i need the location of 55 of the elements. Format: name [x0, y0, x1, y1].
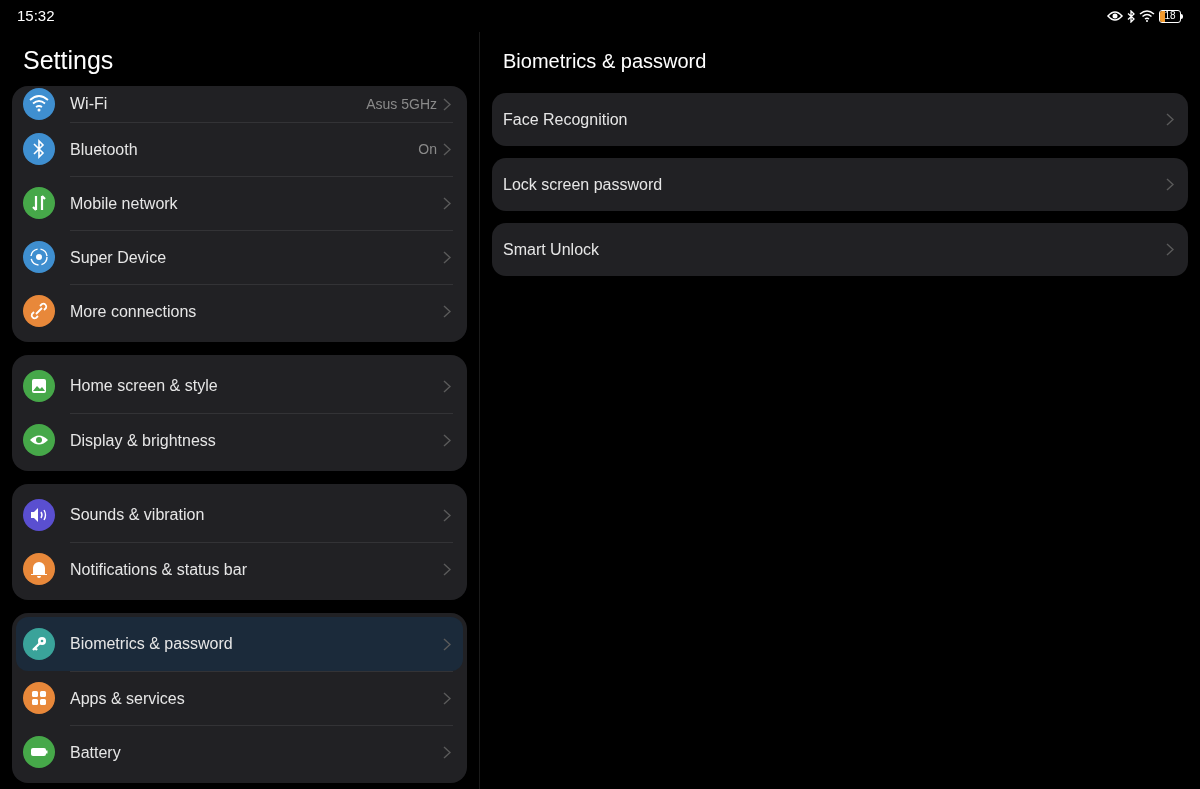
- chevron-icon: [443, 197, 451, 210]
- eye-icon: [1107, 10, 1123, 22]
- settings-item[interactable]: Display & brightness: [16, 413, 463, 467]
- item-label: Bluetooth: [70, 139, 139, 160]
- item-value: Asus 5GHz: [366, 94, 437, 114]
- settings-item[interactable]: Apps & services: [16, 671, 463, 725]
- chevron-icon: [443, 97, 451, 111]
- chevron-icon: [443, 434, 451, 447]
- chevron-icon: [443, 305, 451, 318]
- settings-item[interactable]: Biometrics & password: [16, 617, 463, 671]
- settings-item[interactable]: Home screen & style: [16, 359, 463, 413]
- chevron-icon: [443, 692, 451, 705]
- item-label: Apps & services: [70, 688, 186, 709]
- item-label: Notifications & status bar: [70, 559, 248, 580]
- settings-item[interactable]: More connections: [16, 284, 463, 338]
- chevron-icon: [443, 379, 451, 393]
- settings-item[interactable]: Bluetooth On: [16, 122, 463, 176]
- battery-level: 18: [1164, 11, 1176, 21]
- settings-item[interactable]: Sounds & vibration: [16, 488, 463, 542]
- item-label: Sounds & vibration: [70, 505, 206, 525]
- chevron-icon: [443, 746, 451, 759]
- item-label: Wi-Fi: [70, 94, 109, 114]
- detail-title: Biometrics & password: [502, 49, 708, 74]
- chevron-icon: [443, 143, 451, 156]
- battery-fill: [1160, 10, 1165, 22]
- settings-item[interactable]: Wi-Fi Asus 5GHz: [16, 86, 463, 122]
- status-time: 15:32: [17, 5, 55, 26]
- wifi-icon: [1139, 10, 1155, 22]
- chevron-icon: [443, 508, 451, 522]
- item-label: Face Recognition: [503, 109, 628, 130]
- item-label: Lock screen password: [503, 174, 663, 195]
- item-label: Biometrics & password: [70, 634, 234, 654]
- settings-item[interactable]: Super Device: [16, 230, 463, 284]
- detail-item[interactable]: Lock screen password: [492, 158, 1188, 211]
- settings-item[interactable]: Notifications & status bar: [16, 542, 463, 596]
- item-label: Super Device: [70, 247, 168, 268]
- settings-item[interactable]: Mobile network: [16, 176, 463, 230]
- chevron-icon: [1166, 178, 1174, 191]
- item-value: On: [418, 140, 437, 159]
- item-label: Mobile network: [70, 193, 179, 214]
- detail-item[interactable]: Smart Unlock: [492, 223, 1188, 276]
- item-label: Display & brightness: [70, 430, 217, 451]
- item-label: More connections: [70, 301, 198, 322]
- chevron-icon: [443, 251, 451, 264]
- chevron-icon: [1166, 113, 1174, 126]
- settings-item[interactable]: Battery: [16, 725, 463, 779]
- bluetooth-icon: [1127, 9, 1135, 23]
- item-label: Home screen & style: [70, 376, 219, 396]
- chevron-icon: [443, 637, 451, 651]
- chevron-icon: [1166, 243, 1174, 256]
- chevron-icon: [443, 563, 451, 576]
- item-label: Smart Unlock: [503, 239, 600, 260]
- item-label: Battery: [70, 742, 122, 763]
- page-title: Settings: [22, 45, 115, 76]
- detail-item[interactable]: Face Recognition: [492, 93, 1188, 146]
